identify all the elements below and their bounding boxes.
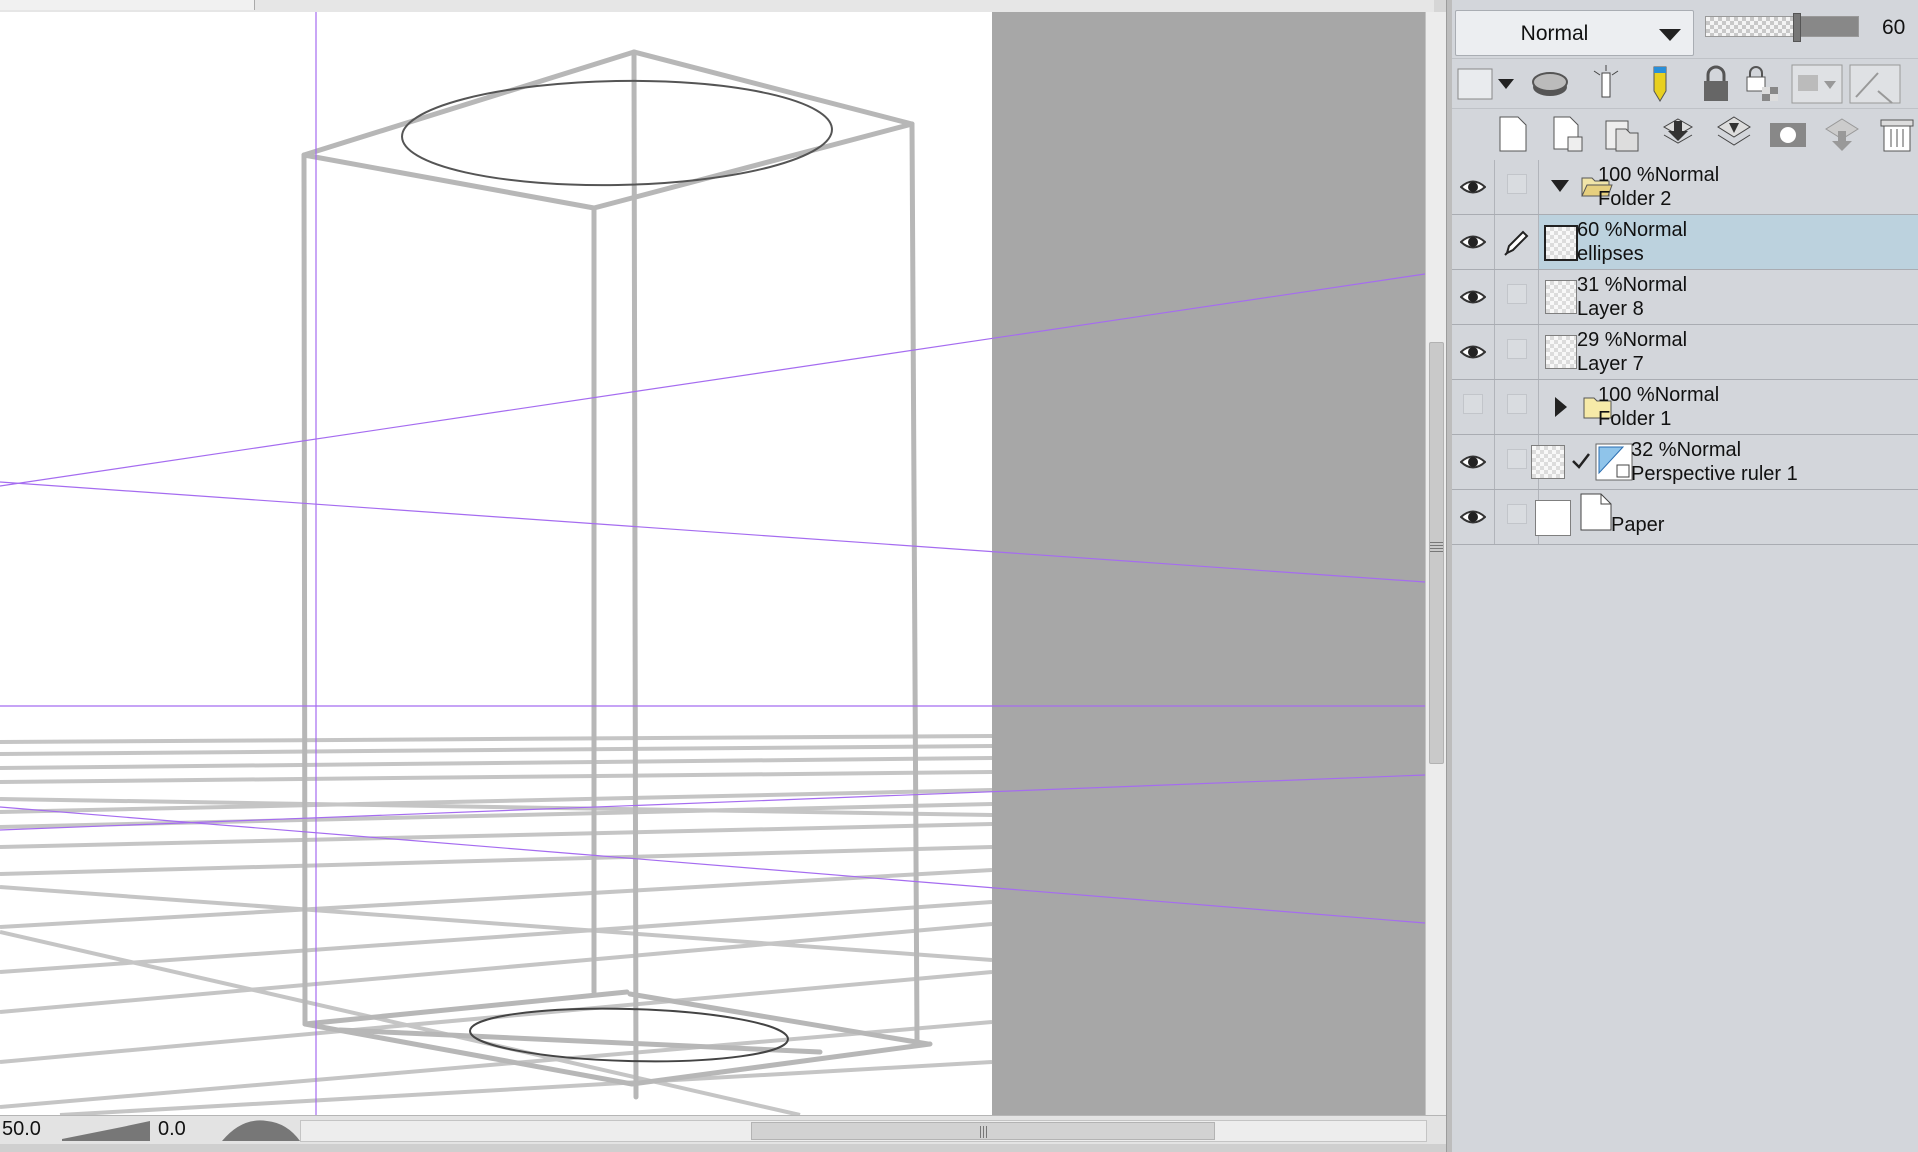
- blend-opacity-row: Normal 60: [1452, 8, 1918, 56]
- layer-row-layer-8[interactable]: 31 %Normal Layer 8: [1452, 270, 1918, 325]
- layer-row-ellipses[interactable]: 60 %Normal ellipses: [1452, 215, 1918, 270]
- layer-list: 100 %Normal Folder 2 60 %Normal ellipses…: [1452, 160, 1918, 1152]
- layer-name: Layer 7: [1577, 353, 1644, 375]
- document-tab[interactable]: [0, 0, 255, 10]
- layer-name: Layer 8: [1577, 298, 1644, 320]
- layer-name: Folder 1: [1598, 408, 1672, 430]
- edit-target-box[interactable]: [1507, 174, 1527, 194]
- layer-opacity-blend: 100 %Normal: [1598, 384, 1720, 406]
- layer-opacity-blend: 32 %Normal: [1631, 439, 1742, 461]
- zoom-slider-icon[interactable]: [62, 1119, 150, 1141]
- layer-row-layer-7[interactable]: 29 %Normal Layer 7: [1452, 325, 1918, 380]
- reference-layer-icon[interactable]: [1586, 63, 1626, 105]
- merge-down-icon[interactable]: [1658, 113, 1698, 155]
- layer-opacity-blend: 60 %Normal: [1577, 219, 1688, 241]
- draft-layer-pencil-icon[interactable]: [1640, 63, 1680, 105]
- eye-icon[interactable]: [1460, 229, 1486, 255]
- vertical-scroll-thumb[interactable]: [1429, 342, 1444, 764]
- eye-icon[interactable]: [1460, 449, 1486, 475]
- chevron-right-icon[interactable]: [1555, 397, 1569, 417]
- new-vector-layer-icon[interactable]: [1548, 113, 1588, 155]
- horizontal-scroll-thumb[interactable]: [751, 1122, 1215, 1140]
- layer-thumbnail: [1535, 500, 1571, 536]
- opacity-slider-knob[interactable]: [1793, 13, 1801, 42]
- layer-opacity-blend: 31 %Normal: [1577, 274, 1688, 296]
- pen-icon[interactable]: [1503, 227, 1531, 257]
- layer-row-folder-1[interactable]: 100 %Normal Folder 1: [1452, 380, 1918, 435]
- layer-opacity-blend: 100 %Normal: [1598, 164, 1720, 186]
- layer-toolbar-top: [1452, 58, 1918, 109]
- status-bar: 50.0 0.0: [0, 1115, 1446, 1144]
- delete-layer-icon[interactable]: [1876, 113, 1916, 155]
- layer-name: Folder 2: [1598, 188, 1672, 210]
- opacity-slider[interactable]: [1705, 13, 1859, 42]
- eye-icon[interactable]: [1460, 174, 1486, 200]
- layer-row-folder-2[interactable]: 100 %Normal Folder 2: [1452, 160, 1918, 215]
- layer-row-paper[interactable]: Paper: [1452, 490, 1918, 545]
- edit-target-box[interactable]: [1507, 449, 1527, 469]
- chevron-down-icon[interactable]: [1551, 180, 1569, 194]
- lock-transparency-icon[interactable]: [1742, 63, 1782, 105]
- layer-panel: Normal 60 100 %Normal Folder 2 60 %Norma…: [1452, 0, 1918, 1152]
- scroll-grip-icon: [1430, 542, 1443, 552]
- bottom-strip: [0, 1144, 1446, 1152]
- edit-target-box[interactable]: [1507, 284, 1527, 304]
- layer-thumbnail: [1531, 445, 1565, 479]
- layer-mask-icon[interactable]: [1768, 113, 1808, 155]
- layer-toolbar-bottom: [1452, 108, 1918, 162]
- layer-opacity-blend: 29 %Normal: [1577, 329, 1688, 351]
- perspective-ruler-icon: [1595, 443, 1633, 481]
- new-folder-layer-icon[interactable]: [1602, 113, 1642, 155]
- checkmark-icon: [1572, 453, 1590, 469]
- edit-target-box[interactable]: [1507, 394, 1527, 414]
- canvas-area[interactable]: [0, 12, 1425, 1115]
- layer-name: Paper: [1611, 514, 1665, 536]
- vertical-scrollbar[interactable]: [1425, 12, 1447, 1115]
- layer-name: Perspective ruler 1: [1631, 463, 1798, 485]
- layer-color-button[interactable]: [1454, 63, 1518, 105]
- blend-mode-dropdown[interactable]: Normal: [1455, 10, 1694, 56]
- layer-name: ellipses: [1577, 243, 1644, 265]
- edit-target-box[interactable]: [1507, 504, 1527, 524]
- paper-layer-icon: [1580, 493, 1612, 531]
- edit-target-box[interactable]: [1507, 339, 1527, 359]
- lock-icon[interactable]: [1696, 63, 1736, 105]
- ruler-toggle-icon[interactable]: [1848, 63, 1902, 105]
- merge-visible-icon[interactable]: [1714, 113, 1754, 155]
- new-raster-layer-icon[interactable]: [1492, 113, 1532, 155]
- layer-thumbnail: [1544, 225, 1578, 261]
- layer-thumbnail: [1545, 335, 1577, 369]
- chevron-down-icon: [1659, 29, 1681, 41]
- layer-thumbnail: [1545, 280, 1577, 314]
- horizontal-scrollbar[interactable]: [300, 1120, 1427, 1142]
- rotation-slider-icon[interactable]: [222, 1119, 300, 1141]
- layer-row-perspective-ruler[interactable]: 32 %Normal Perspective ruler 1: [1452, 435, 1918, 490]
- scroll-grip-icon: [980, 1126, 988, 1138]
- rotation-value[interactable]: 0.0: [158, 1119, 186, 1139]
- zoom-value[interactable]: 50.0: [2, 1119, 41, 1139]
- ruler-layer-icon[interactable]: [1822, 113, 1862, 155]
- layer-mask-toggle-icon[interactable]: [1790, 63, 1844, 105]
- blend-mode-label: Normal: [1520, 22, 1589, 45]
- eye-icon[interactable]: [1460, 284, 1486, 310]
- eye-icon[interactable]: [1460, 339, 1486, 365]
- canvas-drawing[interactable]: [0, 12, 1425, 1115]
- opacity-value[interactable]: 60: [1882, 16, 1905, 40]
- mask-clip-icon[interactable]: [1530, 63, 1570, 105]
- eye-icon[interactable]: [1460, 504, 1486, 530]
- visibility-toggle-box[interactable]: [1463, 394, 1483, 414]
